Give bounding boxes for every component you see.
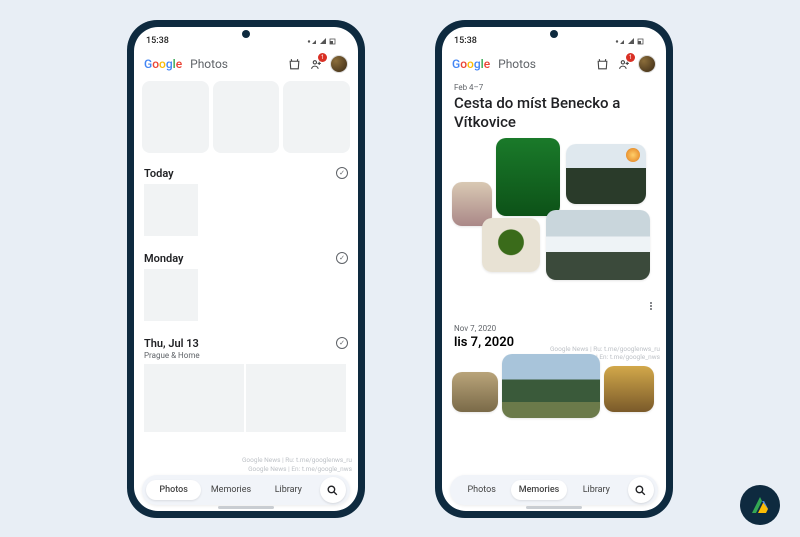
collage-photo[interactable] (604, 366, 654, 412)
status-time: 15:38 (454, 36, 477, 46)
search-button[interactable] (320, 477, 346, 503)
google-logo: Google (144, 57, 182, 71)
bottom-nav: Photos Memories Library (450, 475, 658, 505)
home-indicator (526, 506, 582, 509)
content-right: Feb 4–7 Cesta do míst Benecko a Vítkovic… (442, 79, 666, 511)
nav-photos[interactable]: Photos (146, 480, 201, 500)
app-name: Photos (190, 57, 228, 71)
memory-title: Cesta do míst Benecko a Vítkovice (442, 94, 666, 138)
thumbnail-row (134, 182, 358, 244)
nav-memories[interactable]: Memories (511, 480, 566, 500)
source-badge (740, 485, 780, 525)
sharing-icon[interactable]: 1 (308, 56, 324, 72)
status-icons (614, 37, 654, 46)
photo-thumbnail[interactable] (144, 184, 198, 236)
section-subtitle: Prague & Home (144, 351, 200, 360)
collage-photo[interactable] (452, 372, 498, 412)
collage-photo[interactable] (546, 210, 650, 280)
search-button[interactable] (628, 477, 654, 503)
section-title: Today (144, 167, 174, 180)
app-header: Google Photos 1 (134, 49, 358, 79)
phone-left: 15:38 Google Photos 1 (127, 20, 365, 518)
thumbnail-row (134, 362, 358, 434)
google-logo: Google (452, 57, 490, 71)
account-avatar[interactable] (638, 55, 656, 73)
app-header: Google Photos 1 (442, 49, 666, 79)
memories-carousel[interactable] (134, 79, 358, 159)
memory-date-range: Feb 4–7 (442, 79, 666, 94)
collage-photo[interactable] (566, 144, 646, 204)
phone-right: 15:38 Google Photos 1 Feb 4–7 (435, 20, 673, 518)
notification-badge: 1 (318, 53, 327, 62)
account-avatar[interactable] (330, 55, 348, 73)
notification-badge: 1 (626, 53, 635, 62)
camera-notch (550, 30, 558, 38)
section-title: Monday (144, 252, 183, 265)
section-header: Monday ✓ (134, 244, 358, 267)
content-left: Today ✓ Monday ✓ (134, 79, 358, 511)
sharing-icon[interactable]: 1 (616, 56, 632, 72)
bottom-nav: Photos Memories Library (142, 475, 350, 505)
screen-left: 15:38 Google Photos 1 (134, 27, 358, 511)
memory-card[interactable] (283, 81, 350, 153)
select-all-icon[interactable]: ✓ (336, 252, 348, 264)
nav-photos[interactable]: Photos (454, 480, 509, 500)
select-all-icon[interactable]: ✓ (336, 167, 348, 179)
section-header: Thu, Jul 13 Prague & Home ✓ (134, 329, 358, 362)
screen-right: 15:38 Google Photos 1 Feb 4–7 (442, 27, 666, 511)
collage-photo[interactable] (482, 218, 540, 272)
section-header: Today ✓ (134, 159, 358, 182)
status-icons (306, 37, 346, 46)
home-indicator (218, 506, 274, 509)
nav-library[interactable]: Library (569, 480, 624, 500)
photo-thumbnail[interactable] (246, 364, 346, 432)
memory-collage[interactable] (452, 354, 656, 426)
print-store-icon[interactable] (594, 56, 610, 72)
memory-date: Nov 7, 2020 (442, 324, 666, 333)
memory-collage[interactable] (452, 138, 656, 298)
status-time: 15:38 (146, 36, 169, 46)
photo-thumbnail[interactable] (144, 269, 198, 321)
memory-card[interactable] (142, 81, 209, 153)
print-store-icon[interactable] (286, 56, 302, 72)
app-name: Photos (498, 57, 536, 71)
collage-photo[interactable] (502, 354, 600, 418)
watermark: Google News | Ru: t.me/googlenws_ru Goog… (242, 456, 352, 473)
more-options-icon[interactable] (644, 296, 658, 316)
nav-library[interactable]: Library (261, 480, 316, 500)
memory-card[interactable] (213, 81, 280, 153)
thumbnail-row (134, 267, 358, 329)
collage-photo[interactable] (496, 138, 560, 216)
select-all-icon[interactable]: ✓ (336, 337, 348, 349)
memory-section-2: Nov 7, 2020 lis 7, 2020 (442, 324, 666, 426)
photo-thumbnail[interactable] (144, 364, 244, 432)
section-title: Thu, Jul 13 (144, 337, 200, 350)
camera-notch (242, 30, 250, 38)
nav-memories[interactable]: Memories (203, 480, 258, 500)
